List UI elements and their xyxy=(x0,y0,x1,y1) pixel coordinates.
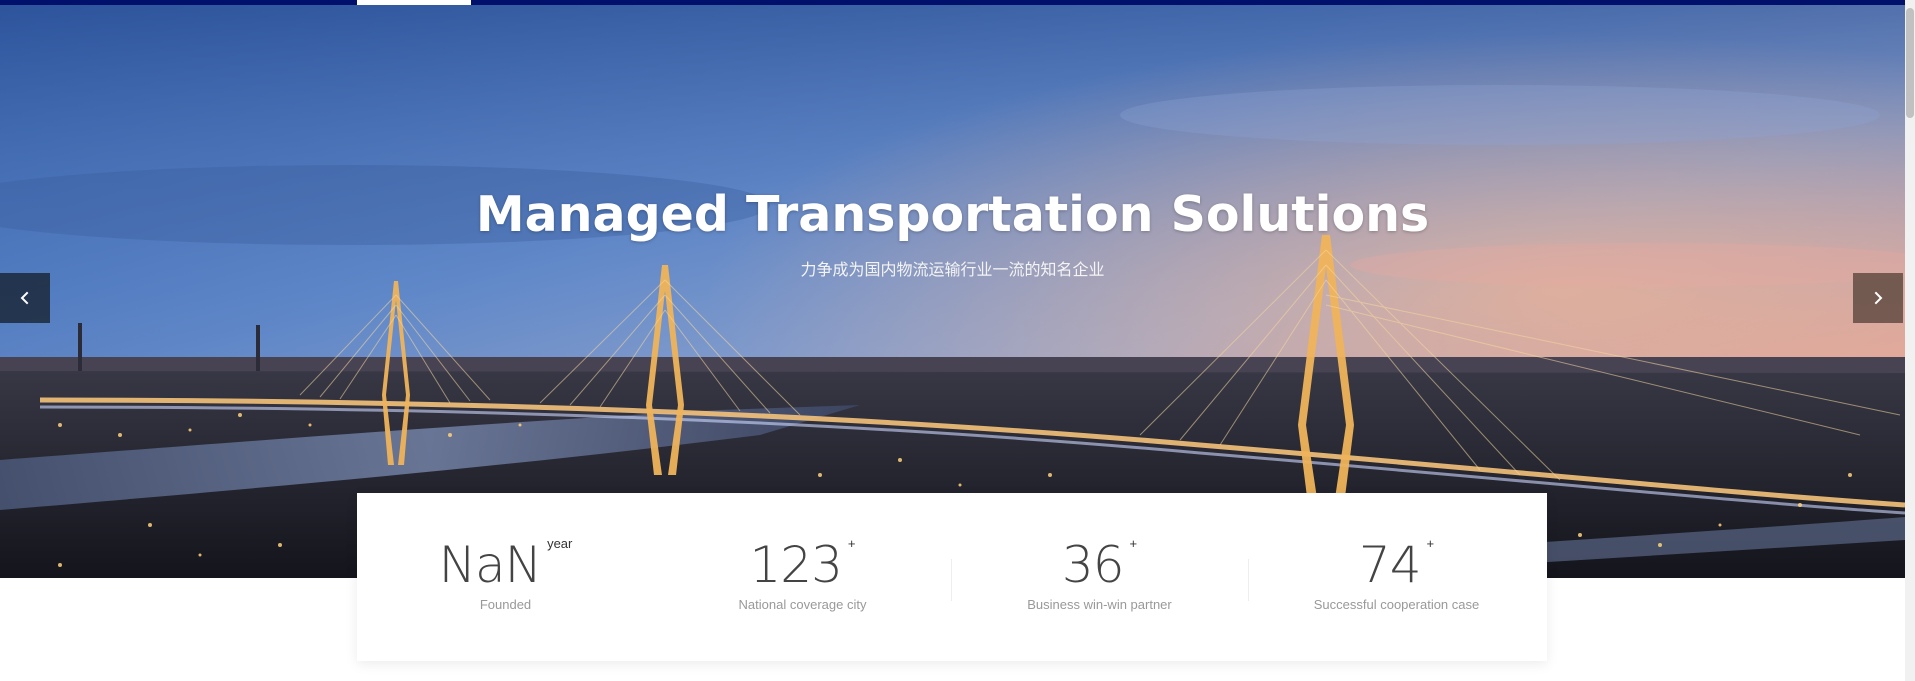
stat-value-group: NaN year xyxy=(357,535,654,595)
vertical-scrollbar[interactable] xyxy=(1905,0,1915,681)
stat-value-group: 36 + xyxy=(951,535,1248,595)
hero-title: Managed Transportation Solutions xyxy=(475,186,1430,243)
stat-number: 74 xyxy=(1358,536,1422,594)
stat-coverage-city: 123 + National coverage city xyxy=(654,493,951,661)
stat-label: Founded xyxy=(479,597,532,612)
slider-prev-button[interactable] xyxy=(0,273,50,323)
scrollbar-thumb[interactable] xyxy=(1906,8,1914,118)
stats-panel: NaN year Founded 123 + National coverage c… xyxy=(357,493,1547,661)
hero-subtitle: 力争成为国内物流运输行业一流的知名企业 xyxy=(800,262,1105,279)
stat-partners: 36 + Business win-win partner xyxy=(951,493,1248,661)
chevron-right-icon xyxy=(1874,291,1883,305)
stat-number: 36 xyxy=(1061,536,1125,594)
stat-number: 123 xyxy=(749,536,842,594)
stat-number: NaN xyxy=(438,536,542,594)
stat-label: Business win-win partner xyxy=(1027,597,1172,612)
stat-suffix: + xyxy=(1426,536,1435,551)
stat-value-group: 123 + xyxy=(654,535,951,595)
stat-suffix: + xyxy=(1129,536,1138,551)
stat-value-group: 74 + xyxy=(1248,535,1545,595)
chevron-left-icon xyxy=(20,291,29,305)
stat-label: Successful cooperation case xyxy=(1313,597,1480,612)
stat-suffix: year xyxy=(547,536,573,551)
stat-founded: NaN year Founded xyxy=(357,493,654,661)
stat-suffix: + xyxy=(847,536,856,551)
top-nav-bar xyxy=(0,0,1905,5)
stat-cases: 74 + Successful cooperation case xyxy=(1248,493,1545,661)
page: Managed Transportation Solutions 力争成为国内物… xyxy=(0,0,1915,681)
active-nav-indicator[interactable] xyxy=(357,0,471,5)
stat-label: National coverage city xyxy=(738,597,867,612)
slider-next-button[interactable] xyxy=(1853,273,1903,323)
